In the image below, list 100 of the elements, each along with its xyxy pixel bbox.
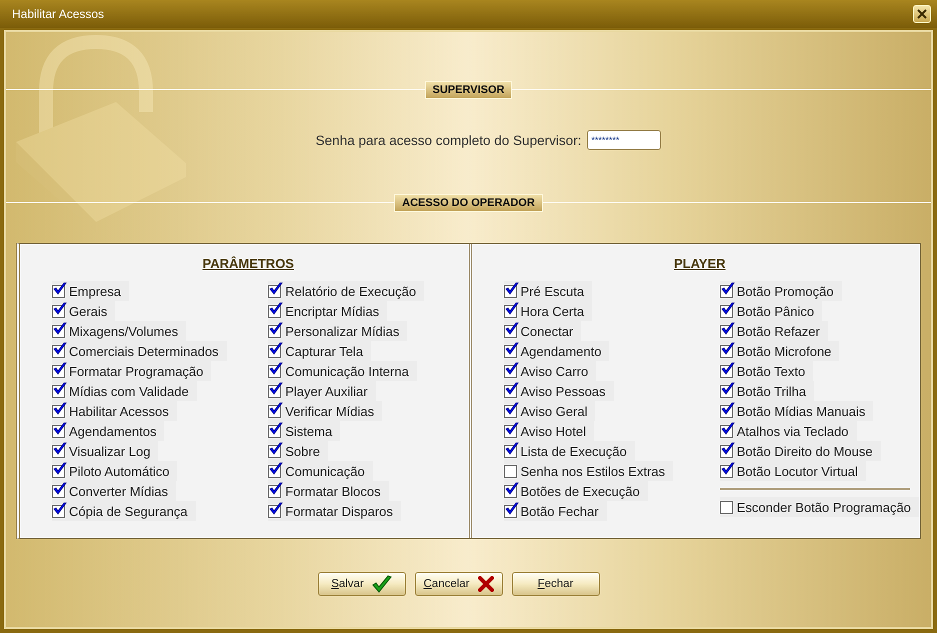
checkbox[interactable] [52, 344, 65, 358]
checkbox-option[interactable]: Botão Trilha [720, 381, 814, 401]
cancel-button[interactable]: Cancelar [414, 572, 502, 596]
checkbox[interactable] [268, 484, 282, 498]
checkbox[interactable] [268, 504, 282, 518]
checkbox-option[interactable]: Gerais [52, 301, 116, 321]
checkbox[interactable] [52, 384, 65, 398]
checkbox-option[interactable]: Botão Refazer [720, 321, 828, 341]
checkbox-option[interactable]: Atalhos via Teclado [720, 421, 857, 441]
checkbox-option[interactable]: Pré Escuta [504, 281, 592, 301]
checkbox[interactable] [720, 404, 733, 418]
checkbox[interactable] [720, 424, 733, 438]
checkbox-option[interactable]: Conectar [504, 321, 582, 341]
checkbox-option[interactable]: Botão Fechar [504, 501, 607, 521]
checkbox[interactable] [720, 364, 733, 378]
checkbox-option[interactable]: Botão Locutor Virtual [720, 461, 866, 481]
checkbox[interactable] [52, 484, 65, 498]
checkbox[interactable] [52, 444, 65, 458]
checkbox-option[interactable]: Botão Direito do Mouse [720, 441, 881, 461]
checkbox-option[interactable]: Botão Texto [720, 361, 814, 381]
checkbox[interactable] [504, 484, 516, 498]
checkbox[interactable] [52, 424, 65, 438]
checkbox[interactable] [268, 384, 282, 398]
checkbox[interactable] [268, 424, 282, 438]
checkbox[interactable] [52, 304, 65, 318]
checkbox-option[interactable]: Verificar Mídias [268, 401, 382, 421]
checkbox[interactable] [52, 284, 65, 298]
checkbox-option[interactable]: Personalizar Mídias [268, 321, 408, 341]
checkbox-option[interactable]: Botão Promoção [720, 281, 842, 301]
close-button[interactable] [913, 5, 931, 23]
checkbox[interactable] [52, 364, 65, 378]
checkbox-option[interactable]: Empresa [52, 281, 130, 301]
checkbox-option[interactable]: Botão Mídias Manuais [720, 401, 874, 421]
checkbox-option[interactable]: Habilitar Acessos [52, 401, 177, 421]
checkbox[interactable] [504, 284, 516, 298]
checkbox[interactable] [720, 384, 733, 398]
checkbox-option[interactable]: Comerciais Determinados [52, 341, 227, 361]
checkbox[interactable] [504, 404, 516, 418]
save-button[interactable]: Salvar [318, 572, 406, 596]
checkbox[interactable] [504, 424, 516, 438]
checkbox-option[interactable]: Botões de Execução [504, 481, 648, 501]
checkbox[interactable] [504, 444, 516, 458]
checkbox-option[interactable]: Mixagens/Volumes [52, 321, 186, 341]
checkbox-option[interactable]: Aviso Carro [504, 361, 596, 381]
checkbox-option[interactable]: Botão Pânico [720, 301, 822, 321]
close-button[interactable]: Fechar [512, 572, 600, 596]
checkbox[interactable] [52, 324, 65, 338]
checkbox[interactable] [720, 304, 733, 318]
checkbox[interactable] [720, 464, 733, 478]
checkbox[interactable] [504, 464, 516, 478]
checkbox-option[interactable]: Senha nos Estilos Extras [504, 461, 674, 481]
checkbox-option[interactable]: Comunicação Interna [268, 361, 417, 381]
checkbox-option[interactable]: Piloto Automático [52, 461, 178, 481]
checkbox-option[interactable]: Visualizar Log [52, 441, 158, 461]
checkbox-option[interactable]: Lista de Execução [504, 441, 635, 461]
checkbox-option[interactable]: Formatar Blocos [268, 481, 389, 501]
checkbox-option[interactable]: Agendamentos [52, 421, 164, 441]
checkbox-option[interactable]: Aviso Hotel [504, 421, 594, 441]
checkbox[interactable] [720, 500, 733, 514]
checkbox-option[interactable]: Comunicação [268, 461, 373, 481]
checkbox[interactable] [268, 364, 282, 378]
checkbox-option[interactable]: Botão Microfone [720, 341, 840, 361]
checkbox-option[interactable]: Formatar Disparos [268, 501, 401, 521]
checkbox[interactable] [52, 504, 65, 518]
checkbox-option[interactable]: Capturar Tela [268, 341, 372, 361]
checkbox-option[interactable]: Hora Certa [504, 301, 592, 321]
checkbox-option[interactable]: Relatório de Execução [268, 281, 424, 301]
checkbox-option[interactable]: Encriptar Mídias [268, 301, 388, 321]
checkbox-option[interactable]: Aviso Pessoas [504, 381, 614, 401]
checkbox[interactable] [268, 344, 282, 358]
checkbox[interactable] [52, 404, 65, 418]
checkbox[interactable] [268, 444, 282, 458]
checkbox[interactable] [720, 284, 733, 298]
checkbox[interactable] [504, 324, 516, 338]
checkbox[interactable] [268, 464, 282, 478]
checkbox[interactable] [268, 304, 282, 318]
checkbox[interactable] [268, 284, 282, 298]
checkbox-option[interactable]: Converter Mídias [52, 481, 176, 501]
checkbox[interactable] [504, 304, 516, 318]
checkbox[interactable] [720, 324, 733, 338]
checkbox[interactable] [268, 324, 282, 338]
checkbox-option[interactable]: Formatar Programação [52, 361, 212, 381]
checkbox[interactable] [504, 504, 516, 518]
checkbox-option[interactable]: Sistema [268, 421, 340, 441]
checkbox-option[interactable]: Agendamento [504, 341, 610, 361]
checkbox-option[interactable]: Mídias com Validade [52, 381, 197, 401]
password-field[interactable]: ******** [587, 130, 662, 150]
checkbox[interactable] [504, 364, 516, 378]
section-heading: SUPERVISOR [424, 81, 512, 99]
checkbox[interactable] [504, 344, 516, 358]
checkbox[interactable] [720, 444, 733, 458]
checkbox-option[interactable]: Sobre [268, 441, 328, 461]
checkbox[interactable] [720, 344, 733, 358]
checkbox-option[interactable]: Esconder Botão Programação [720, 497, 919, 517]
checkbox-option[interactable]: Player Auxiliar [268, 381, 376, 401]
checkbox[interactable] [52, 464, 65, 478]
checkbox-option[interactable]: Aviso Geral [504, 401, 596, 421]
checkbox[interactable] [268, 404, 282, 418]
checkbox-option[interactable]: Cópia de Segurança [52, 501, 196, 521]
checkbox[interactable] [504, 384, 516, 398]
